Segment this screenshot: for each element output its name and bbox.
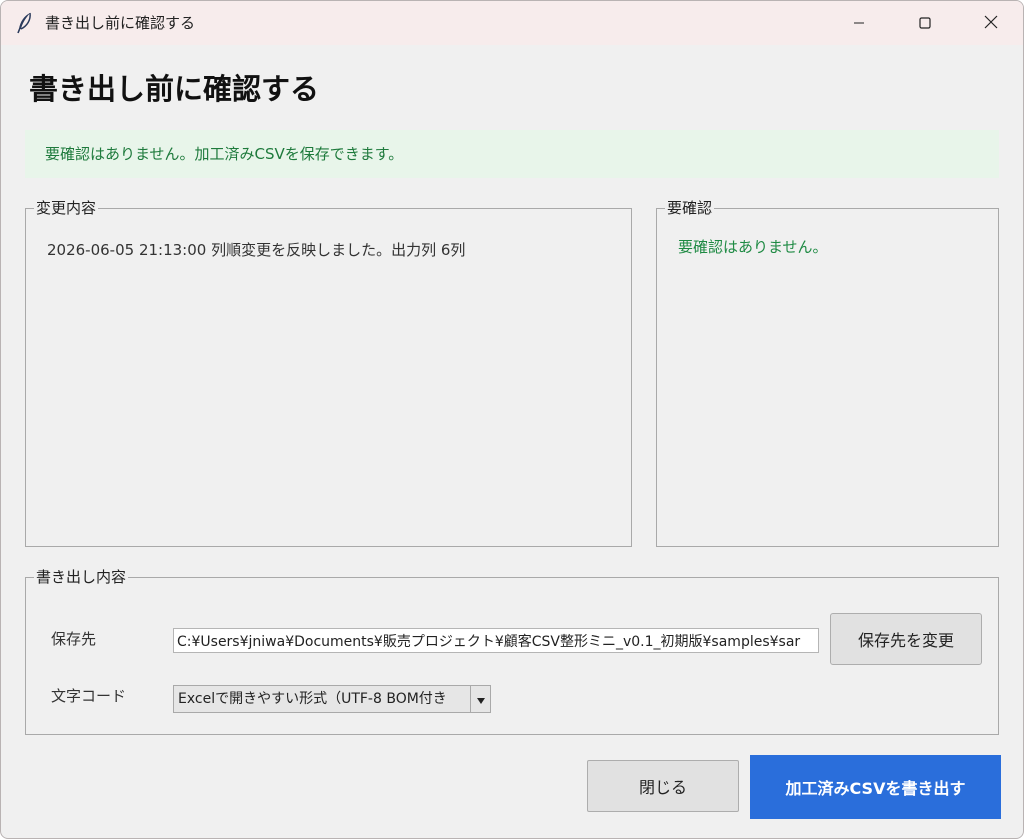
encoding-select-value: Excelで開きやすい形式（UTF-8 BOM付き	[178, 691, 447, 707]
save-path-input[interactable]	[173, 628, 819, 653]
page-title: 書き出し前に確認する	[29, 72, 320, 106]
chevron-down-icon	[476, 690, 486, 709]
export-csv-button[interactable]: 加工済みCSVを書き出す	[750, 755, 1001, 819]
close-button[interactable]: 閉じる	[587, 760, 739, 812]
list-item: 2026-06-05 21:13:00 列順変更を反映しました。出力列 6列	[47, 241, 466, 259]
export-legend: 書き出し内容	[34, 567, 129, 587]
list-item: 要確認はありません。	[678, 238, 828, 256]
changes-group: 変更内容 2026-06-05 21:13:00 列順変更を反映しました。出力列…	[25, 198, 632, 547]
warnings-group: 要確認 要確認はありません。	[656, 198, 999, 547]
maximize-icon	[919, 14, 931, 33]
save-path-label: 保存先	[51, 630, 97, 648]
export-group: 書き出し内容 保存先 保存先を変更 文字コード Excelで開きやすい形式（UT…	[25, 567, 999, 735]
warnings-legend: 要確認	[665, 198, 715, 218]
title-bar[interactable]: 書き出し前に確認する	[1, 1, 1023, 45]
maximize-button[interactable]	[893, 1, 957, 45]
changes-legend: 変更内容	[34, 198, 99, 218]
status-banner-text: 要確認はありません。加工済みCSVを保存できます。	[45, 145, 404, 163]
encoding-select[interactable]: Excelで開きやすい形式（UTF-8 BOM付き	[173, 685, 491, 713]
change-destination-button[interactable]: 保存先を変更	[830, 613, 982, 665]
close-window-button[interactable]	[959, 1, 1023, 45]
minimize-icon	[853, 14, 865, 33]
feather-icon	[15, 12, 35, 34]
dialog-window: 書き出し前に確認する 書き出し前に確認する 要確認はありません。加工済みCSVを…	[0, 0, 1024, 839]
close-icon	[984, 14, 998, 33]
dropdown-arrow-button[interactable]	[470, 686, 490, 712]
minimize-button[interactable]	[827, 1, 891, 45]
status-banner: 要確認はありません。加工済みCSVを保存できます。	[25, 130, 999, 178]
window-title: 書き出し前に確認する	[45, 14, 196, 32]
encoding-label: 文字コード	[51, 687, 127, 705]
